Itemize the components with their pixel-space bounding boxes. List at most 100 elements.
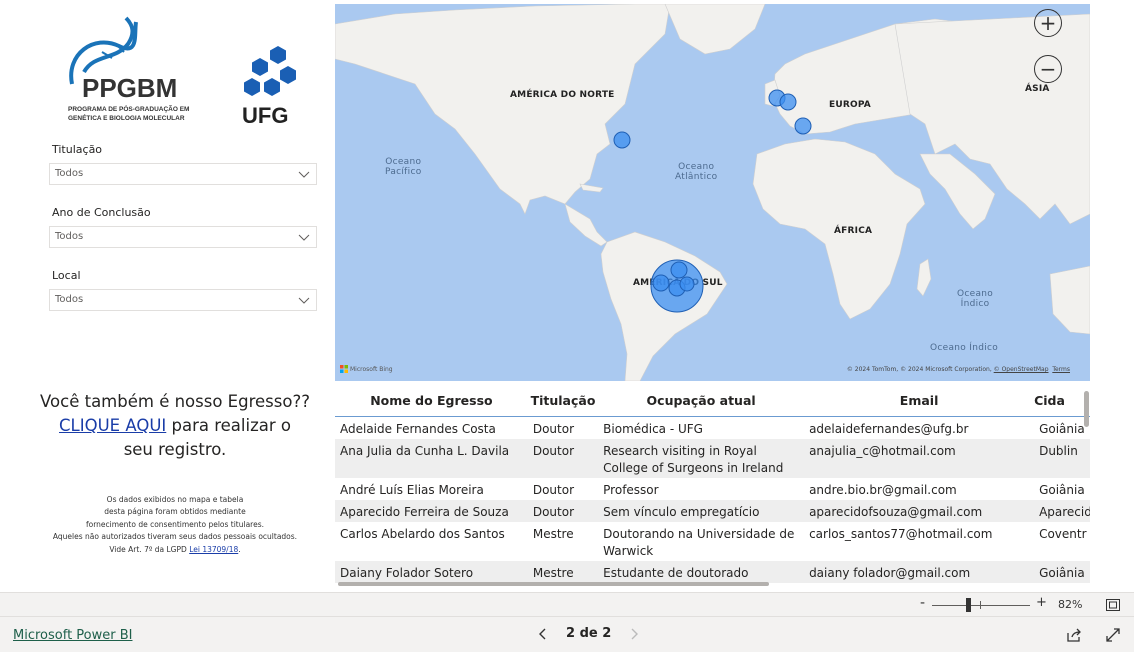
egresso-cta: Você também é nosso Egresso?? CLIQUE AQU…: [40, 390, 310, 462]
cell-nome: Carlos Abelardo dos Santos: [340, 526, 505, 541]
page-indicator: 2 de 2: [566, 626, 612, 641]
slicer-ano-dropdown[interactable]: Todos: [49, 226, 317, 248]
lgpd-line-4: Aqueles não autorizados tiveram seus dad…: [52, 532, 298, 542]
bubble-point[interactable]: [652, 274, 670, 292]
world-map[interactable]: AMÉRICA DO NORTE EUROPA ÁSIA ÁFRICA AMÉR…: [335, 4, 1090, 381]
ufg-name: UFG: [242, 103, 288, 126]
table-row[interactable]: Carlos Abelardo dos Santos Mestre Doutor…: [335, 522, 1090, 561]
ppgbm-name: PPGBM: [82, 73, 177, 103]
cell-titulacao: Doutor: [527, 499, 599, 522]
zoom-slider-tick: [980, 601, 981, 609]
previous-page-icon[interactable]: [536, 627, 550, 641]
map-bubbles: [613, 89, 812, 313]
zoom-bar: - + 82%: [0, 592, 1134, 616]
ppgbm-subtitle-1: PROGRAMA DE PÓS-GRADUAÇÃO EM: [68, 104, 189, 113]
slicer-local-label: Local: [52, 269, 81, 282]
cell-cidade: Goiânia: [1034, 560, 1090, 583]
cell-nome: Daiany Folador Sotero: [335, 560, 528, 583]
report-canvas: PPGBM PROGRAMA DE PÓS-GRADUAÇÃO EM GENÉT…: [0, 0, 1134, 592]
cell-nome: Aparecido Ferreira de Souza: [335, 499, 528, 522]
header-email[interactable]: Email: [804, 386, 1035, 417]
bubble-point[interactable]: [613, 131, 631, 149]
bubble-point[interactable]: [679, 276, 695, 292]
cta-line-2: para realizar o: [166, 416, 291, 435]
cell-email: anajulia_c@hotmail.com: [804, 438, 1035, 478]
cell-email: carlos_santos77@hotmail.com: [809, 526, 993, 541]
lgpd-line-2: desta página foram obtidos mediante: [104, 507, 246, 517]
cell-nome: Adelaide Fernandes Costa: [340, 421, 496, 436]
cell-cidade: Dublin: [1034, 438, 1090, 478]
slicer-titulacao-dropdown[interactable]: Todos: [49, 163, 317, 185]
slicer-ano-conclusao: Ano de Conclusão Todos: [49, 206, 317, 248]
chevron-down-icon: [298, 234, 310, 241]
header-ocupacao[interactable]: Ocupação atual: [598, 386, 805, 417]
cell-cidade: Goiânia: [1039, 421, 1085, 436]
table-row[interactable]: Aparecido Ferreira de Souza Doutor Sem v…: [335, 499, 1090, 522]
cell-titulacao: Mestre: [527, 560, 599, 583]
ufg-logo: UFG: [238, 44, 300, 128]
lgpd-line-5: Vide Art. 7º da LGPD: [109, 544, 190, 554]
ppgbm-subtitle-2: GENÉTICA E BIOLOGIA MOLECULAR: [68, 113, 185, 122]
fit-to-page-icon[interactable]: [1106, 599, 1120, 611]
zoom-out-control[interactable]: -: [920, 595, 925, 611]
map-copyright: © 2024 TomTom, © 2024 Microsoft Corporat…: [847, 366, 1070, 373]
chevron-down-icon: [298, 297, 310, 304]
lgpd-line-5-end: .: [238, 544, 241, 554]
slicer-local-value: Todos: [55, 294, 84, 305]
bubble-point[interactable]: [670, 261, 688, 279]
cell-email: andre.bio.br@gmail.com: [809, 482, 957, 497]
bubble-point[interactable]: [779, 93, 797, 111]
cell-nome: Ana Julia da Cunha L. Davila: [335, 438, 528, 478]
next-page-icon[interactable]: [627, 627, 641, 641]
cell-email: aparecidofsouza@gmail.com: [804, 499, 1035, 522]
cell-ocupacao: Professor: [603, 482, 659, 497]
page-navigation: 2 de 2: [536, 626, 641, 641]
zoom-in-control[interactable]: +: [1036, 595, 1047, 610]
cell-ocupacao: Estudante de doutorado: [598, 560, 805, 583]
slicer-local-dropdown[interactable]: Todos: [49, 289, 317, 311]
zoom-slider-track[interactable]: [932, 605, 1030, 606]
table-header-row: Nome do Egresso Titulação Ocupação atual…: [335, 386, 1090, 417]
clique-aqui-link[interactable]: CLIQUE AQUI: [59, 416, 166, 435]
cell-cidade: Aparecid Goiânia: [1034, 499, 1090, 522]
header-nome[interactable]: Nome do Egresso: [335, 386, 528, 417]
cell-titulacao: Doutor: [527, 438, 599, 478]
cell-email: adelaidefernandes@ufg.br: [809, 421, 969, 436]
cta-line-1: Você também é nosso Egresso??: [40, 392, 310, 411]
terms-link[interactable]: Terms: [1052, 366, 1070, 373]
lgpd-law-link[interactable]: Lei 13709/18: [189, 545, 238, 554]
bubble-point[interactable]: [794, 117, 812, 135]
table-row[interactable]: Adelaide Fernandes Costa Doutor Biomédic…: [335, 416, 1090, 439]
copyright-text: © 2024 TomTom, © 2024 Microsoft Corporat…: [846, 366, 994, 373]
table-row[interactable]: André Luís Elias Moreira Doutor Professo…: [335, 478, 1090, 500]
share-icon[interactable]: [1066, 627, 1082, 643]
table-row[interactable]: Daiany Folador Sotero Mestre Estudante d…: [335, 560, 1090, 583]
table-row[interactable]: Ana Julia da Cunha L. Davila Doutor Rese…: [335, 438, 1090, 478]
cell-titulacao: Doutor: [532, 482, 575, 497]
slicer-ano-value: Todos: [55, 231, 84, 242]
fullscreen-icon[interactable]: [1106, 628, 1120, 642]
cell-email: daiany folador@gmail.com: [804, 560, 1035, 583]
egressos-table[interactable]: Nome do Egresso Titulação Ocupação atual…: [335, 386, 1090, 586]
osm-link[interactable]: © OpenStreetMap: [994, 366, 1049, 373]
cell-ocupacao: Biomédica - UFG: [603, 421, 703, 436]
ppgbm-logo: PPGBM PROGRAMA DE PÓS-GRADUAÇÃO EM GENÉT…: [64, 14, 204, 126]
zoom-slider-thumb[interactable]: [966, 598, 971, 612]
slicer-titulacao-value: Todos: [55, 168, 84, 179]
cell-titulacao: Doutor: [532, 421, 575, 436]
slicer-titulacao: Titulação Todos: [49, 143, 317, 185]
table-vertical-scrollbar[interactable]: [1084, 391, 1089, 427]
zoom-percent: 82%: [1058, 598, 1083, 611]
table-horizontal-scrollbar[interactable]: [338, 582, 769, 586]
cell-cidade: Coventr Inglater: [1039, 526, 1090, 541]
zoom-out-button[interactable]: −: [1034, 55, 1062, 83]
chevron-down-icon: [298, 171, 310, 178]
header-cidade[interactable]: Cida: [1034, 386, 1090, 417]
powerbi-link[interactable]: Microsoft Power BI: [13, 628, 132, 643]
zoom-in-button[interactable]: +: [1034, 9, 1062, 37]
header-titulacao[interactable]: Titulação: [527, 386, 599, 417]
slicer-local: Local Todos: [49, 269, 317, 311]
cell-ocupacao: Doutorando na Universidade de Warwick: [603, 526, 795, 558]
microsoft-logo-icon: [340, 365, 348, 373]
cell-titulacao: Mestre: [532, 526, 574, 541]
